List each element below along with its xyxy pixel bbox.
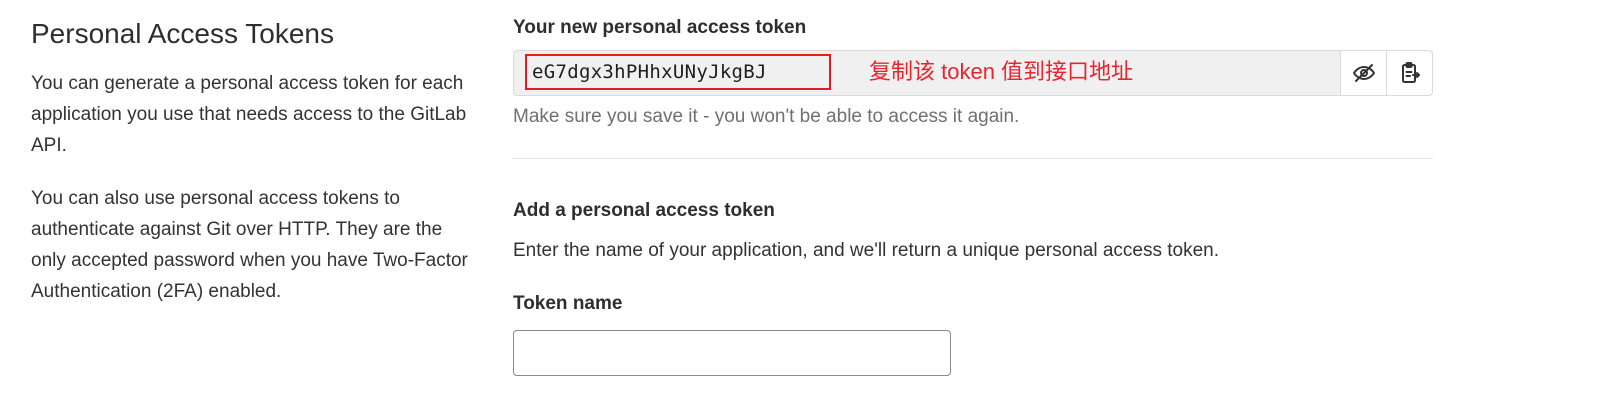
token-name-input[interactable]: [513, 330, 951, 376]
token-content: Your new personal access token eG7dgx3hP…: [513, 14, 1433, 376]
section-divider: [513, 158, 1433, 159]
add-token-description: Enter the name of your application, and …: [513, 240, 1219, 261]
personal-access-tokens-page: Personal Access Tokens You can generate …: [0, 0, 1607, 400]
new-token-field-group: eG7dgx3hPHhxUNyJkgBJ 复制该 token 值到接口地址: [513, 50, 1433, 96]
eye-slash-icon: [1352, 64, 1375, 82]
new-token-value[interactable]: eG7dgx3hPHhxUNyJkgBJ: [525, 54, 831, 90]
copy-token-button[interactable]: [1386, 51, 1432, 95]
sidebar-description-api: You can generate a personal access token…: [31, 73, 467, 156]
token-name-label: Token name: [513, 293, 623, 314]
clipboard-copy-icon: [1401, 62, 1420, 83]
add-token-heading: Add a personal access token: [513, 200, 775, 221]
sidebar-info: Personal Access Tokens You can generate …: [31, 14, 471, 307]
copy-token-annotation: 复制该 token 值到接口地址: [869, 59, 1134, 84]
sidebar-description-git-http: You can also use personal access tokens …: [31, 188, 468, 302]
new-token-label: Your new personal access token: [513, 17, 807, 38]
new-token-field[interactable]: eG7dgx3hPHhxUNyJkgBJ 复制该 token 值到接口地址: [514, 51, 1340, 95]
page-title: Personal Access Tokens: [31, 18, 334, 49]
save-token-warning: Make sure you save it - you won't be abl…: [513, 106, 1020, 127]
toggle-visibility-button[interactable]: [1340, 51, 1386, 95]
